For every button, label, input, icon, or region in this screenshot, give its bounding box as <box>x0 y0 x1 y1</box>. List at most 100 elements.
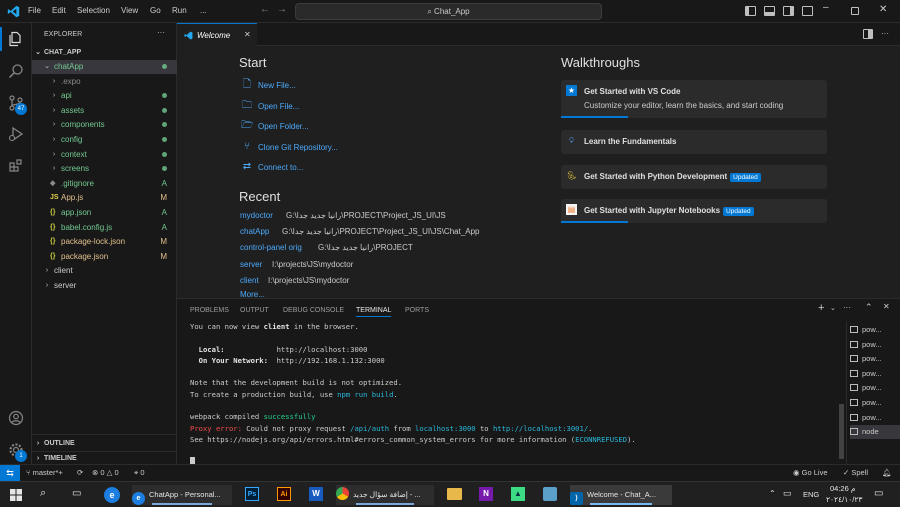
taskbar-app-vscode[interactable]: ⟩ Welcome - Chat_A... <box>570 485 672 505</box>
terminal-instance[interactable]: pow... <box>850 367 900 381</box>
minimize-icon[interactable]: – <box>823 2 829 13</box>
outline-section[interactable]: › OUTLINE <box>32 437 177 451</box>
panel-more-icon[interactable]: ··· <box>843 303 851 312</box>
menu-run[interactable]: Run <box>172 6 187 15</box>
tree-item[interactable]: › config <box>32 133 177 147</box>
walkthrough-card[interactable]: 🐍︎ Get Started with Python Development Upd… <box>561 165 827 189</box>
panel-tab-ports[interactable]: PORTS <box>405 307 429 314</box>
panel-tab-terminal[interactable]: TERMINAL <box>356 307 392 317</box>
onenote-icon[interactable]: N <box>479 487 493 501</box>
start-remote-link[interactable]: Connect to... <box>258 163 303 172</box>
image-app-icon[interactable] <box>543 487 557 501</box>
tree-item[interactable]: JS App.js M <box>32 191 177 205</box>
panel-tab-debug-console[interactable]: DEBUG CONSOLE <box>283 307 344 314</box>
panel-tab-problems[interactable]: PROBLEMS <box>190 307 229 314</box>
terminal-instance[interactable]: pow... <box>850 396 900 410</box>
sync-icon[interactable]: ⟳ <box>77 465 83 481</box>
back-arrow-icon[interactable]: ← <box>260 4 270 15</box>
tree-item[interactable]: › .expo <box>32 75 177 89</box>
illustrator-icon[interactable]: Ai <box>277 487 291 501</box>
menu-file[interactable]: File <box>28 6 41 15</box>
branch-status[interactable]: ⑂ master*+ <box>26 465 63 481</box>
terminal-instance[interactable]: pow... <box>850 352 900 366</box>
close-window-icon[interactable]: ✕ <box>879 4 887 15</box>
recent-project-link[interactable]: server <box>240 260 262 269</box>
ports-status[interactable]: ⌖ 0 <box>134 465 144 481</box>
problems-status[interactable]: ⊗ 0 △ 0 <box>92 465 119 481</box>
clock-date[interactable]: ٢٠٢٤/١٠/٢٣ <box>826 495 862 504</box>
command-center-search[interactable]: ⌕ Chat_App <box>295 3 602 20</box>
tree-item[interactable]: {} package-lock.json M <box>32 235 177 249</box>
tree-item[interactable]: ◆ .gitignore A <box>32 177 177 191</box>
terminal-dropdown-icon[interactable]: ⌄ <box>830 304 836 312</box>
terminal-output[interactable]: You can now view client in the browser. … <box>190 321 840 468</box>
tree-item[interactable]: › client <box>32 264 177 278</box>
word-icon[interactable]: W <box>309 487 323 501</box>
customize-layout-icon[interactable] <box>802 6 813 16</box>
terminal-instance[interactable]: pow... <box>850 323 900 337</box>
toggle-secondary-sidebar-icon[interactable] <box>783 6 794 16</box>
maximize-panel-icon[interactable]: ⌃ <box>865 302 873 313</box>
editor-more-icon[interactable]: ··· <box>881 29 889 38</box>
terminal-scrollbar[interactable] <box>839 404 844 459</box>
edge-icon[interactable]: e <box>104 487 120 503</box>
taskbar-search-icon[interactable]: ⌕ <box>40 487 46 500</box>
recent-project-link[interactable]: client <box>240 276 259 285</box>
tree-item[interactable]: {} package.json M <box>32 250 177 264</box>
menu-go[interactable]: Go <box>150 6 161 15</box>
recent-project-link[interactable]: mydoctor <box>240 211 273 220</box>
extensions-icon[interactable] <box>8 158 24 174</box>
windows-start-icon[interactable] <box>10 489 22 501</box>
tab-close-icon[interactable]: ✕ <box>244 30 251 39</box>
tree-item[interactable]: {} app.json A <box>32 206 177 220</box>
menu-view[interactable]: View <box>121 6 138 15</box>
toggle-sidebar-icon[interactable] <box>745 6 756 16</box>
panel-tab-output[interactable]: OUTPUT <box>240 307 269 314</box>
tree-item[interactable]: ⌄ chatApp <box>32 60 177 74</box>
taskbar-app-chrome[interactable]: إضافة سؤال جديد - ... <box>336 485 434 505</box>
input-language[interactable]: ENG <box>803 490 819 499</box>
spell-check-button[interactable]: ✓ Spell <box>843 465 868 481</box>
clock-time[interactable]: 04:26 م <box>830 484 856 493</box>
tab-welcome[interactable]: Welcome ✕ <box>177 23 257 46</box>
split-editor-icon[interactable] <box>863 29 873 39</box>
explorer-icon[interactable] <box>8 31 24 47</box>
terminal-instance[interactable]: node <box>850 425 900 440</box>
walkthrough-card[interactable]: 💡︎ Learn the Fundamentals <box>561 130 827 154</box>
accounts-icon[interactable] <box>8 410 24 426</box>
walkthrough-card[interactable]: ★ Get Started with VS Code Customize your … <box>561 80 827 118</box>
tree-item[interactable]: › api <box>32 89 177 103</box>
show-hidden-icons[interactable]: ⌃ <box>769 489 776 498</box>
search-icon[interactable] <box>8 63 24 79</box>
recent-more-link[interactable]: More... <box>240 290 265 298</box>
close-panel-icon[interactable]: ✕ <box>883 302 890 311</box>
toggle-panel-icon[interactable] <box>764 6 775 16</box>
task-view-icon[interactable]: ▭ <box>72 488 81 499</box>
go-live-button[interactable]: ◉ Go Live <box>793 465 828 481</box>
tree-item[interactable]: › server <box>32 279 177 293</box>
start-open-file-link[interactable]: Open File... <box>258 102 299 111</box>
tree-item[interactable]: › screens <box>32 162 177 176</box>
terminal-instance[interactable]: pow... <box>850 338 900 352</box>
start-new-file-link[interactable]: New File... <box>258 81 296 90</box>
photoshop-icon[interactable]: Ps <box>245 487 259 501</box>
tree-item[interactable]: {} babel.config.js A <box>32 221 177 235</box>
notification-center-icon[interactable]: ▭ <box>874 488 883 499</box>
start-git-clone-link[interactable]: Clone Git Repository... <box>258 143 338 152</box>
run-debug-icon[interactable] <box>8 126 24 142</box>
restore-icon[interactable] <box>851 7 859 15</box>
android-studio-icon[interactable]: ▲ <box>511 487 525 501</box>
new-terminal-icon[interactable]: + <box>818 302 824 314</box>
file-explorer-icon[interactable] <box>447 488 462 500</box>
start-open-folder-link[interactable]: Open Folder... <box>258 122 309 131</box>
notifications-bell-icon[interactable]: 🔔︎ <box>882 465 892 481</box>
remote-indicator-icon[interactable]: ⇆ <box>0 465 20 481</box>
walkthrough-card[interactable]: ▤ Get Started with Jupyter Notebooks Updat… <box>561 199 827 223</box>
menu-edit[interactable]: Edit <box>52 6 66 15</box>
tree-item[interactable]: › components <box>32 118 177 132</box>
recent-project-link[interactable]: control-panel orig <box>240 243 302 252</box>
more-actions-icon[interactable]: ··· <box>157 28 165 37</box>
workspace-root[interactable]: ⌄ CHAT_APP <box>32 46 177 60</box>
terminal-instance[interactable]: pow... <box>850 411 900 425</box>
terminal-instance[interactable]: pow... <box>850 381 900 395</box>
